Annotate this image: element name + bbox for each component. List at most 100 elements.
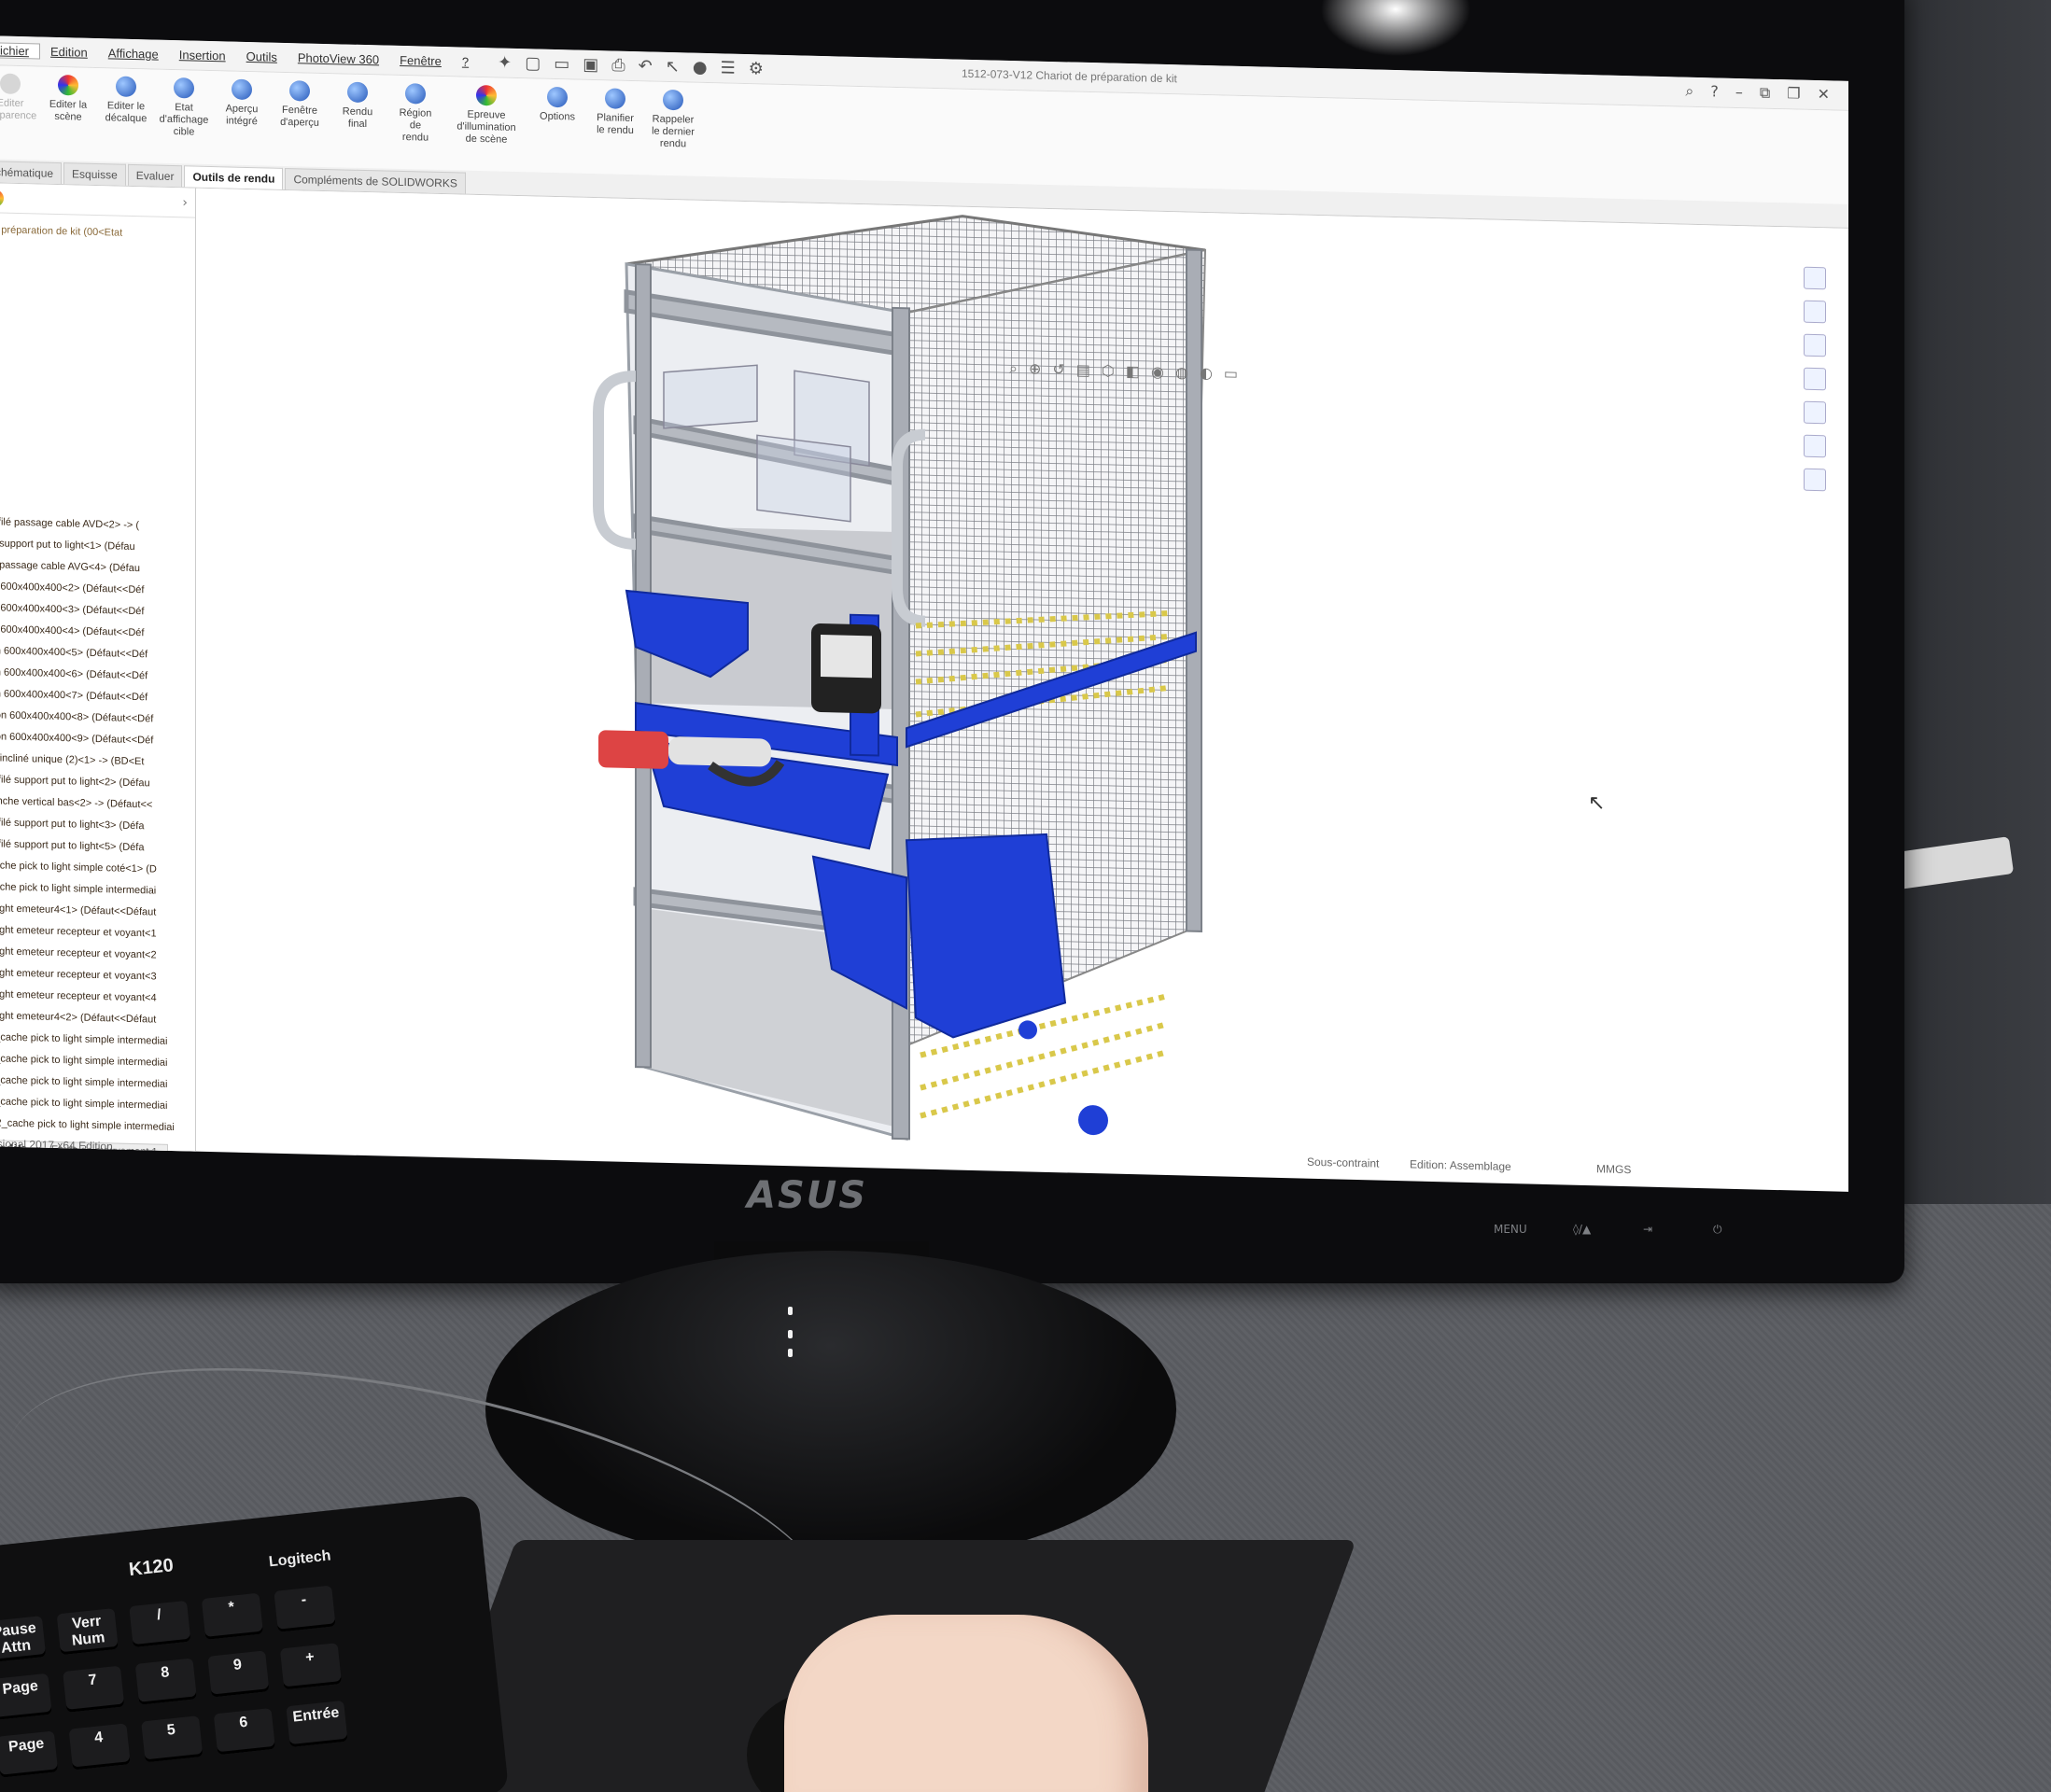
tab-complements[interactable]: Compléments de SOLIDWORKS — [285, 167, 466, 194]
monitor-menu-button[interactable]: MENU — [1494, 1223, 1527, 1236]
window-controls: ⌕ ? – ⧉ ❐ ✕ — [1685, 82, 1830, 105]
numpad-key[interactable]: Verr Num — [56, 1607, 119, 1656]
apply-scene-icon[interactable]: ◐ — [1200, 364, 1213, 383]
cart-3d-model — [593, 215, 1207, 1141]
numpad-key[interactable]: Entrée — [286, 1700, 348, 1748]
monitor-input-button[interactable]: ⇥ — [1643, 1223, 1652, 1236]
save-icon[interactable]: ▣ — [583, 55, 598, 75]
restore-icon[interactable]: ❐ — [1787, 84, 1800, 103]
scene-illumination-button[interactable]: Epreuve d'illumination de scène — [444, 84, 528, 172]
numpad-key[interactable]: 5 — [141, 1715, 204, 1763]
minimize-icon[interactable]: – — [1735, 83, 1743, 102]
keyboard-brand: Logitech — [268, 1547, 332, 1571]
solidworks-forum-icon[interactable] — [1804, 468, 1826, 492]
menu-fenetre[interactable]: Fenêtre — [389, 53, 452, 69]
appearances-tab-icon[interactable] — [0, 189, 4, 207]
numpad-key[interactable]: Page — [0, 1673, 52, 1721]
tab-outils-de-rendu[interactable]: Outils de rendu — [184, 165, 284, 189]
tab-evaluer[interactable]: Evaluer — [127, 163, 183, 188]
select-icon[interactable]: ↖ — [666, 57, 680, 77]
search-icon[interactable]: ⌕ — [1685, 82, 1693, 101]
tree-root-assembly[interactable]: de préparation de kit (00<Etat — [0, 213, 195, 252]
task-pane-tabs — [1804, 266, 1830, 492]
numpad-key[interactable]: Pause Attn — [0, 1616, 47, 1663]
monitor-brand-logo: ASUS — [747, 1174, 868, 1217]
menu-outils[interactable]: Outils — [236, 49, 288, 64]
monitor-brightness-button[interactable]: ◊/▲ — [1573, 1223, 1591, 1236]
appearances-scenes-icon[interactable] — [1804, 400, 1826, 425]
numpad-key[interactable]: 7 — [63, 1665, 125, 1713]
keyboard: K120 Logitech Pause Attn Verr Num / * - Page 7… — [0, 1494, 510, 1792]
render-region-button[interactable]: Région de rendu — [386, 83, 444, 171]
numpad-key[interactable]: * — [201, 1592, 264, 1640]
schedule-render-button[interactable]: Planifier le rendu — [586, 88, 644, 175]
chevron-right-icon[interactable]: › — [182, 195, 188, 210]
preview-window-button[interactable]: Fenêtre d'aperçu — [271, 80, 329, 168]
custom-properties-icon[interactable] — [1804, 434, 1826, 458]
numpad-key[interactable]: 8 — [134, 1658, 197, 1705]
numpad-key[interactable]: 4 — [68, 1723, 131, 1771]
edit-decal-button[interactable]: Editer le décalque — [97, 76, 155, 163]
appearance-icon — [0, 73, 21, 95]
display-style-icon[interactable]: ◧ — [1126, 362, 1140, 381]
edit-appearance-icon[interactable]: ◍ — [1175, 363, 1188, 382]
menu-insertion[interactable]: Insertion — [169, 48, 236, 63]
numpad-key[interactable]: 9 — [207, 1650, 270, 1698]
edit-scene-button[interactable]: Editer la scène — [39, 75, 97, 162]
document-title: 1512-073-V12 Chariot de préparation de k… — [962, 66, 1177, 86]
zoom-fit-icon[interactable]: ⌕ — [1009, 359, 1018, 378]
options-button[interactable]: Options — [528, 86, 586, 174]
previous-view-icon[interactable]: ↺ — [1052, 360, 1064, 379]
new-doc-icon[interactable]: ▢ — [525, 53, 541, 73]
solidworks-resources-icon[interactable] — [1804, 266, 1826, 290]
numpad-key[interactable]: / — [129, 1600, 191, 1648]
feature-manager-panel: › de préparation de kit (00<Etat profilé… — [0, 183, 196, 1161]
view-settings-icon[interactable]: ▭ — [1224, 365, 1238, 384]
tab-schematique[interactable]: schématique — [0, 161, 63, 185]
menu-edition[interactable]: Edition — [40, 45, 98, 61]
tree-item[interactable]: V12_cache pick to light simple intermedi… — [0, 1113, 189, 1139]
view-palette-icon[interactable] — [1804, 367, 1826, 391]
recall-last-render-button[interactable]: Rappeler le dernier rendu — [644, 89, 702, 176]
graphics-area[interactable]: ⌕ ⊕ ↺ ▤ ⬡ ◧ ◉ ◍ ◐ ▭ ↖ — [197, 188, 1848, 1171]
numpad-key[interactable]: + — [279, 1643, 343, 1690]
zoom-area-icon[interactable]: ⊕ — [1029, 359, 1041, 378]
options-gear-icon[interactable]: ⚙ — [749, 59, 764, 78]
menu-help[interactable]: ? — [452, 54, 479, 69]
numpad-key[interactable]: Page — [0, 1730, 59, 1778]
file-properties-icon[interactable]: ☰ — [721, 58, 736, 77]
handheld-terminal — [811, 623, 881, 714]
edit-appearance-button[interactable]: Editer l'apparence — [0, 73, 39, 161]
menu-affichage[interactable]: Affichage — [98, 46, 169, 62]
menu-photoview[interactable]: PhotoView 360 — [288, 50, 389, 67]
unit-system-selector[interactable]: MMGS — [1596, 1162, 1631, 1176]
solidworks-window: Fichier Edition Affichage Insertion Outi… — [0, 35, 1848, 1192]
section-view-icon[interactable]: ▤ — [1076, 361, 1090, 380]
open-folder-icon[interactable]: ▭ — [554, 54, 569, 74]
menu-fichier[interactable]: Fichier — [0, 42, 41, 60]
file-explorer-icon[interactable] — [1804, 333, 1826, 357]
hand — [784, 1615, 1148, 1792]
final-render-icon — [347, 81, 368, 104]
pin-icon[interactable]: ✦ — [498, 53, 512, 73]
preview-icon — [232, 78, 252, 101]
help-icon[interactable]: ? — [1710, 82, 1719, 101]
monitor: Fichier Edition Affichage Insertion Outi… — [0, 0, 1904, 1283]
numpad-key[interactable]: 6 — [213, 1707, 276, 1756]
close-icon[interactable]: ✕ — [1818, 85, 1830, 104]
print-icon[interactable]: ⎙ — [611, 56, 625, 76]
tile-icon[interactable]: ⧉ — [1760, 84, 1770, 103]
hide-show-icon[interactable]: ◉ — [1151, 363, 1164, 382]
final-render-button[interactable]: Rendu final — [329, 81, 386, 169]
view-orientation-icon[interactable]: ⬡ — [1102, 361, 1115, 380]
design-library-icon[interactable] — [1804, 300, 1826, 324]
undo-icon[interactable]: ↶ — [639, 56, 653, 76]
scene-icon — [58, 75, 78, 96]
numpad-key[interactable]: - — [274, 1585, 336, 1632]
preview-window-icon — [289, 80, 310, 102]
rebuild-icon[interactable]: ● — [693, 58, 708, 77]
tab-esquisse[interactable]: Esquisse — [63, 162, 126, 186]
integrated-preview-button[interactable]: Aperçu intégré — [213, 78, 271, 166]
monitor-power-button[interactable]: ⏻ — [1713, 1223, 1722, 1237]
display-state-button[interactable]: Etat d'affichage cible — [155, 77, 213, 165]
